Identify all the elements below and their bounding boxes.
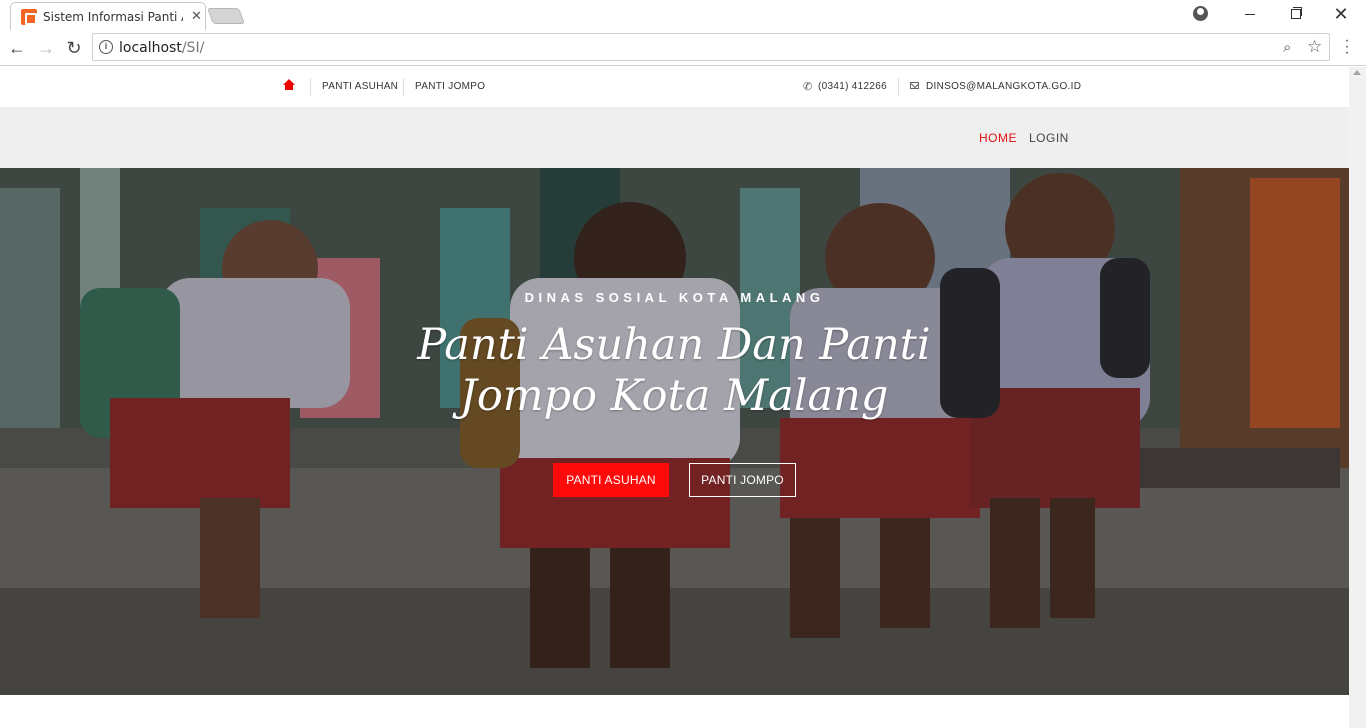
tab-close-icon[interactable]: ✕ [191,9,202,23]
main-navbar: HOME LOGIN [0,107,1349,168]
hero-section: DINAS SOSIAL KOTA MALANG Panti Asuhan Da… [0,168,1349,695]
divider [403,78,404,96]
bookmark-star-icon[interactable]: ☆ [1307,37,1322,57]
back-arrow-icon[interactable]: ← [6,37,28,59]
zoom-icon[interactable]: ⌕ [1283,39,1291,56]
address-bar[interactable]: i localhost/SI/ ⌕ ☆ [92,33,1330,61]
new-tab-button[interactable] [207,8,245,24]
browser-toolbar: ← → ↻ i localhost/SI/ ⌕ ☆ · · · [0,30,1366,66]
tab-title: Sistem Informasi Panti Asuhan [43,10,183,24]
below-hero-section [0,695,1349,728]
top-info-bar: PANTI ASUHAN PANTI JOMPO ✆ (0341) 412266… [0,67,1349,107]
home-icon[interactable] [283,79,295,91]
info-icon[interactable]: i [99,40,113,54]
panti-asuhan-button[interactable]: PANTI ASUHAN [553,463,669,497]
divider [310,78,311,96]
nav-login[interactable]: LOGIN [1029,131,1069,145]
forward-arrow-icon[interactable]: → [35,37,57,59]
minimize-button[interactable] [1239,4,1261,24]
browser-titlebar: Sistem Informasi Panti Asuhan ✕ ✕ [0,0,1366,30]
url-host: localhost [119,40,182,56]
contact-phone: (0341) 412266 [818,81,887,92]
divider [898,78,899,96]
topbar-link-panti-jompo[interactable]: PANTI JOMPO [415,81,485,92]
topbar-link-panti-asuhan[interactable]: PANTI ASUHAN [322,81,398,92]
restore-button[interactable] [1284,4,1306,24]
page-scrollbar[interactable] [1349,67,1366,728]
profile-icon[interactable] [1193,6,1208,21]
url-text[interactable]: localhost/SI/ [119,40,204,56]
nav-home[interactable]: HOME [979,131,1017,145]
hero-dark-overlay [0,168,1349,695]
scroll-up-arrow-icon[interactable] [1352,70,1363,76]
contact-email[interactable]: DINSOS@MALANGKOTA.GO.ID [926,81,1081,92]
close-window-button[interactable]: ✕ [1330,4,1352,24]
browser-tab[interactable]: Sistem Informasi Panti Asuhan ✕ [10,2,206,30]
mail-icon [910,82,919,89]
page-viewport: PANTI ASUHAN PANTI JOMPO ✆ (0341) 412266… [0,67,1349,728]
phone-icon: ✆ [803,81,813,93]
hero-kicker: DINAS SOSIAL KOTA MALANG [524,290,825,305]
url-path: /SI/ [181,40,205,56]
xampp-favicon-icon [21,9,37,25]
panti-jompo-button[interactable]: PANTI JOMPO [689,463,796,497]
reload-icon[interactable]: ↻ [63,37,85,59]
hero-title: Panti Asuhan Dan Panti Jompo Kota Malang [417,320,931,421]
browser-menu-icon[interactable]: · · · [1340,33,1354,61]
